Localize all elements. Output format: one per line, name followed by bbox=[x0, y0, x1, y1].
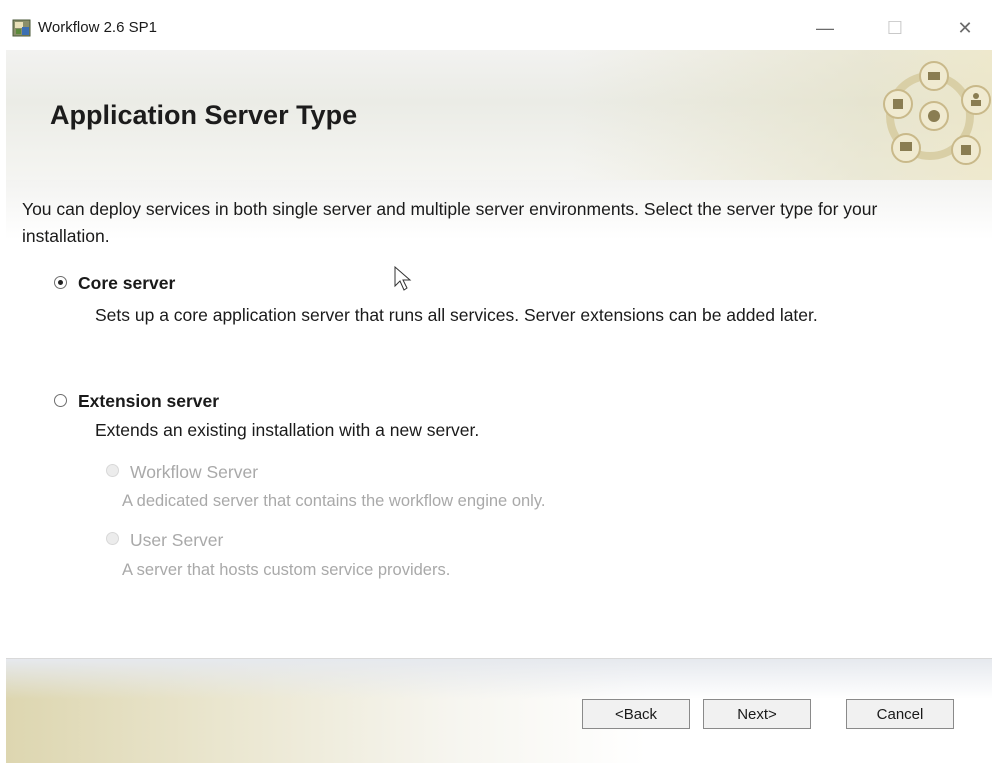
extension-server-radio[interactable] bbox=[54, 394, 67, 407]
user-server-label[interactable]: User Server bbox=[130, 530, 223, 551]
next-button[interactable]: Next> bbox=[703, 699, 811, 729]
services-ring-icon bbox=[883, 61, 991, 165]
maximize-icon: ☐ bbox=[886, 17, 904, 38]
maximize-button[interactable]: ☐ bbox=[872, 12, 918, 44]
intro-text: You can deploy services in both single s… bbox=[22, 199, 878, 246]
core-server-radio[interactable] bbox=[54, 276, 67, 289]
minimize-button[interactable]: — bbox=[802, 12, 848, 44]
workflow-server-label[interactable]: Workflow Server bbox=[130, 462, 258, 483]
app-icon bbox=[12, 19, 31, 37]
footer-bar: <Back Next> Cancel bbox=[6, 659, 992, 763]
mouse-pointer-icon bbox=[394, 266, 412, 291]
user-server-description: A server that hosts custom service provi… bbox=[122, 561, 451, 579]
content-area: You can deploy services in both single s… bbox=[6, 180, 992, 660]
extension-server-label[interactable]: Extension server bbox=[78, 391, 219, 412]
workflow-server-radio[interactable] bbox=[106, 464, 119, 477]
close-button[interactable]: ✕ bbox=[942, 12, 988, 44]
page-title: Application Server Type bbox=[50, 100, 358, 130]
workflow-server-description: A dedicated server that contains the wor… bbox=[122, 492, 546, 510]
installer-window: Workflow 2.6 SP1 — ☐ ✕ Application Serve… bbox=[6, 6, 992, 763]
core-server-label[interactable]: Core server bbox=[78, 273, 175, 294]
page-header: Application Server Type bbox=[6, 50, 992, 180]
user-server-radio[interactable] bbox=[106, 532, 119, 545]
title-bar: Workflow 2.6 SP1 — ☐ ✕ bbox=[6, 6, 992, 50]
window-title: Workflow 2.6 SP1 bbox=[38, 19, 157, 36]
cancel-button[interactable]: Cancel bbox=[846, 699, 954, 729]
extension-server-description: Extends an existing installation with a … bbox=[95, 420, 480, 440]
core-server-description: Sets up a core application server that r… bbox=[95, 305, 818, 325]
back-button[interactable]: <Back bbox=[582, 699, 690, 729]
close-icon: ✕ bbox=[957, 17, 973, 38]
minimize-icon: — bbox=[816, 17, 834, 38]
